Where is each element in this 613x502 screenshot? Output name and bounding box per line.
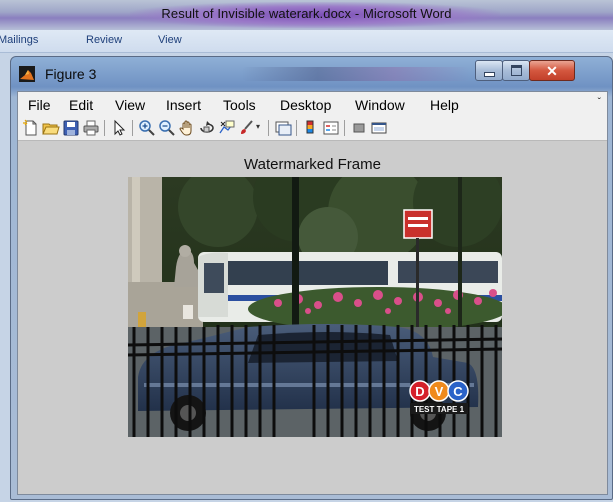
menu-overflow-icon[interactable]: ˇ xyxy=(598,97,601,108)
dvc-letter-c: C xyxy=(453,384,463,399)
toolbar-separator xyxy=(268,120,269,136)
watermarked-frame-image: D V C TEST TAPE 1 xyxy=(128,177,502,437)
zoom-in-icon[interactable] xyxy=(138,119,156,137)
toolbar-separator xyxy=(296,120,297,136)
matlab-logo-icon xyxy=(19,66,35,82)
figure-title-bar[interactable]: Figure 3 ✕ xyxy=(11,57,612,91)
word-title-bar: Result of Invisible waterark.docx - Micr… xyxy=(0,0,613,30)
save-icon[interactable] xyxy=(62,119,80,137)
menu-view[interactable]: View xyxy=(115,97,145,113)
dvc-watermark-logo: D V C TEST TAPE 1 xyxy=(409,380,469,414)
dvc-caption: TEST TAPE 1 xyxy=(414,405,465,414)
legend-icon[interactable] xyxy=(322,119,340,137)
hide-plot-tools-icon[interactable] xyxy=(350,119,368,137)
open-file-icon[interactable] xyxy=(42,119,60,137)
toolbar-separator xyxy=(104,120,105,136)
menu-insert[interactable]: Insert xyxy=(166,97,201,113)
figure-menu-bar: File Edit View Insert Tools Desktop Wind… xyxy=(18,92,607,116)
figure-client-area: File Edit View Insert Tools Desktop Wind… xyxy=(17,91,608,495)
menu-window[interactable]: Window xyxy=(355,97,405,113)
toolbar-separator xyxy=(344,120,345,136)
pan-hand-icon[interactable] xyxy=(178,119,196,137)
plot-title: Watermarked Frame xyxy=(244,156,381,173)
link-plot-icon[interactable] xyxy=(274,119,292,137)
ribbon-tab-mailings[interactable]: Mailings xyxy=(0,34,38,46)
menu-file[interactable]: File xyxy=(28,97,51,113)
colorbar-icon[interactable] xyxy=(302,119,320,137)
close-icon: ✕ xyxy=(546,62,558,79)
show-plot-tools-icon[interactable] xyxy=(370,119,388,137)
title-bar-blur xyxy=(241,67,471,81)
menu-help[interactable]: Help xyxy=(430,97,459,113)
new-figure-icon[interactable] xyxy=(22,119,40,137)
brush-dropdown-icon[interactable]: ▾ xyxy=(256,122,260,131)
zoom-out-icon[interactable] xyxy=(158,119,176,137)
word-window-title: Result of Invisible waterark.docx - Micr… xyxy=(161,6,452,21)
minimize-button[interactable] xyxy=(475,60,503,81)
menu-tools[interactable]: Tools xyxy=(223,97,256,113)
figure-title: Figure 3 xyxy=(45,66,97,82)
print-icon[interactable] xyxy=(82,119,100,137)
rotate-3d-icon[interactable] xyxy=(198,119,216,137)
dvc-letter-v: V xyxy=(435,384,444,399)
minimize-icon xyxy=(483,72,495,77)
menu-desktop[interactable]: Desktop xyxy=(280,97,331,113)
ribbon-tab-review[interactable]: Review xyxy=(86,34,122,46)
ribbon-tab-view[interactable]: View xyxy=(158,34,182,46)
figure-toolbar: ▾ xyxy=(18,116,607,141)
close-button[interactable]: ✕ xyxy=(529,60,575,81)
brush-icon[interactable] xyxy=(238,119,256,137)
word-ribbon-tabs: Mailings Review View xyxy=(0,30,613,53)
maximize-button[interactable] xyxy=(502,60,530,81)
edit-plot-arrow-icon[interactable] xyxy=(110,119,128,137)
data-cursor-icon[interactable] xyxy=(218,119,236,137)
dvc-letter-d: D xyxy=(415,384,424,399)
maximize-icon xyxy=(510,65,522,76)
figure-window: Figure 3 ✕ File Edit View Insert Tools D… xyxy=(10,56,613,500)
menu-edit[interactable]: Edit xyxy=(69,97,93,113)
toolbar-separator xyxy=(132,120,133,136)
